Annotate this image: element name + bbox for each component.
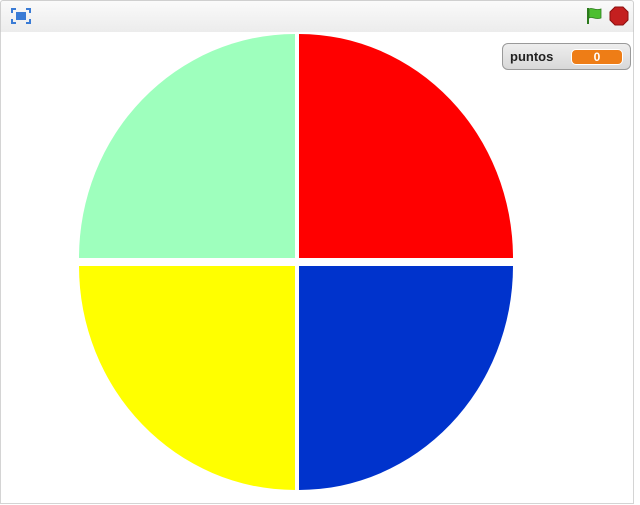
quadrant-bottom-left[interactable] [79, 266, 295, 490]
player-toolbar [0, 0, 634, 33]
watcher-value: 0 [571, 49, 623, 65]
quadrant-circle [79, 34, 513, 490]
green-flag-icon[interactable] [583, 5, 605, 27]
stop-sign-icon[interactable] [608, 5, 630, 27]
watcher-label: puntos [510, 49, 554, 64]
quadrant-top-left[interactable] [79, 34, 295, 258]
fullscreen-icon[interactable] [10, 5, 32, 27]
stage[interactable]: puntos 0 [0, 32, 634, 504]
scratch-player: puntos 0 [0, 0, 640, 505]
quadrant-top-right[interactable] [299, 34, 513, 258]
variable-watcher[interactable]: puntos 0 [502, 43, 631, 70]
quadrant-bottom-right[interactable] [299, 266, 513, 490]
